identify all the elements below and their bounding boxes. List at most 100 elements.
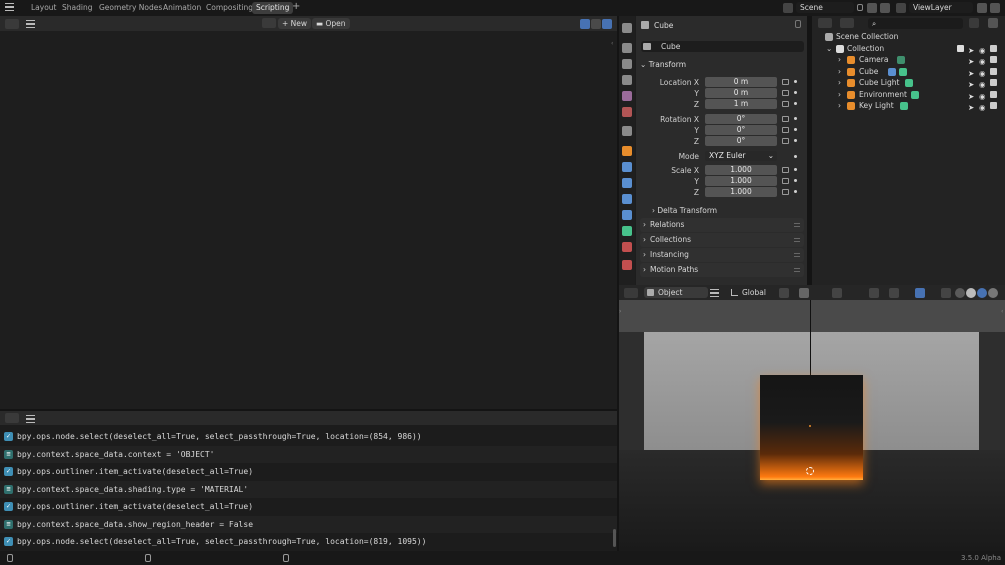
viewport-menu-icon[interactable] <box>710 289 719 297</box>
editor-type-icon[interactable] <box>5 19 19 29</box>
viewport-editor-type-icon[interactable] <box>624 288 638 298</box>
solid-shading-icon[interactable] <box>966 288 976 298</box>
tab-geometry-nodes[interactable]: Geometry Nodes <box>95 2 166 14</box>
keyframe-dot-icon[interactable] <box>794 155 797 158</box>
new-scene-icon[interactable] <box>867 3 877 13</box>
delta-transform-subpanel[interactable]: › Delta Transform <box>652 206 717 215</box>
new-text-button[interactable]: + New <box>278 18 312 29</box>
tab-compositing[interactable]: Compositing <box>202 2 257 14</box>
pivot-point-icon[interactable] <box>779 288 789 298</box>
log-entry[interactable]: bpy.context.space_data.show_region_heade… <box>0 515 617 533</box>
scene-tab-icon[interactable] <box>622 91 632 101</box>
constraints-tab-icon[interactable] <box>622 210 632 220</box>
view-layer-tab-icon[interactable] <box>622 75 632 85</box>
rendered-shading-icon[interactable] <box>988 288 998 298</box>
new-view-layer-icon[interactable] <box>977 3 987 13</box>
outliner-item-cube-light[interactable]: › Cube Light ➤ ◉ <box>812 77 1005 89</box>
eye-icon[interactable]: ◉ <box>979 102 986 112</box>
region-toggle-right-icon[interactable]: ‹ <box>1001 308 1004 315</box>
outliner-item-key-light[interactable]: › Key Light ➤ ◉ <box>812 100 1005 112</box>
camera-render-icon[interactable] <box>990 56 997 63</box>
blender-menu-icon[interactable] <box>5 3 14 11</box>
eye-icon[interactable]: ◉ <box>979 68 986 78</box>
keyframe-dot-icon[interactable] <box>794 128 797 131</box>
eye-icon[interactable]: ◉ <box>979 79 986 89</box>
select-arrow-icon[interactable]: ➤ <box>968 79 975 89</box>
tab-layout[interactable]: Layout <box>27 2 61 14</box>
keyframe-dot-icon[interactable] <box>794 102 797 105</box>
3d-viewport[interactable]: › ‹ <box>619 300 1005 551</box>
view-layer-icon[interactable] <box>896 3 906 13</box>
syntax-highlight-toggle-icon[interactable] <box>602 19 612 29</box>
keyframe-dot-icon[interactable] <box>794 117 797 120</box>
lock-icon[interactable] <box>782 116 789 122</box>
eye-icon[interactable]: ◉ <box>979 91 986 101</box>
motion-paths-panel-header[interactable]: › Motion Paths <box>640 263 804 277</box>
lock-icon[interactable] <box>782 178 789 184</box>
scrollbar[interactable] <box>613 529 616 547</box>
delete-scene-icon[interactable] <box>880 3 890 13</box>
exclude-checkbox[interactable] <box>957 44 964 52</box>
modifier-tab-icon[interactable] <box>622 162 632 172</box>
material-preview-icon[interactable] <box>977 288 987 298</box>
scene-collection-row[interactable]: Scene Collection <box>812 31 1005 42</box>
scale-z-field[interactable]: 1.000 <box>705 187 777 197</box>
drag-grip-icon[interactable] <box>794 223 800 227</box>
log-entry[interactable]: bpy.context.space_data.context = 'OBJECT… <box>0 445 617 463</box>
rotation-mode-dropdown[interactable]: XYZ Euler ⌄ <box>705 151 777 161</box>
outliner-item-environment[interactable]: › Environment ➤ ◉ <box>812 89 1005 101</box>
collection-row[interactable]: ⌄ Collection ➤ ◉ <box>812 43 1005 55</box>
camera-render-icon[interactable] <box>990 90 997 98</box>
delete-view-layer-icon[interactable] <box>990 3 1000 13</box>
log-entry[interactable]: bpy.ops.node.select(deselect_all=True, s… <box>0 533 617 551</box>
texture-tab-icon[interactable] <box>622 260 632 270</box>
region-toggle-left-icon[interactable]: › <box>619 308 622 315</box>
outliner-search-input[interactable]: ⌕ <box>868 18 963 29</box>
select-arrow-icon[interactable]: ➤ <box>968 91 975 101</box>
lock-icon[interactable] <box>782 167 789 173</box>
lock-icon[interactable] <box>782 79 789 85</box>
tab-animation[interactable]: Animation <box>159 2 205 14</box>
word-wrap-toggle-icon[interactable] <box>591 19 601 29</box>
particles-tab-icon[interactable] <box>622 178 632 188</box>
outliner-editor-type-icon[interactable] <box>818 18 832 28</box>
eye-icon[interactable]: ◉ <box>979 45 986 55</box>
select-arrow-icon[interactable]: ➤ <box>968 68 975 78</box>
world-tab-icon[interactable] <box>622 107 632 117</box>
drag-grip-icon[interactable] <box>794 238 800 242</box>
info-menu-icon[interactable] <box>26 415 35 423</box>
object-mode-dropdown[interactable]: Object Mode <box>644 287 708 308</box>
keyframe-dot-icon[interactable] <box>794 179 797 182</box>
select-arrow-icon[interactable]: ➤ <box>968 102 975 112</box>
rotation-z-field[interactable]: 0° <box>705 136 777 146</box>
physics-tab-icon[interactable] <box>622 194 632 204</box>
xray-icon[interactable] <box>941 288 951 298</box>
object-name-field[interactable]: Cube <box>641 41 804 52</box>
snap-icon[interactable] <box>799 288 809 298</box>
add-workspace-button[interactable]: + <box>288 1 304 13</box>
lock-icon[interactable] <box>782 101 789 107</box>
3d-cursor-icon[interactable] <box>806 467 814 475</box>
location-z-field[interactable]: 1 m <box>705 99 777 109</box>
select-arrow-icon[interactable]: ➤ <box>968 56 975 66</box>
location-y-field[interactable]: 0 m <box>705 88 777 98</box>
scene-icon[interactable] <box>783 3 793 13</box>
filter-icon[interactable] <box>969 18 979 28</box>
tab-shading[interactable]: Shading <box>58 2 96 14</box>
camera-render-icon[interactable] <box>990 44 997 52</box>
log-entry[interactable]: bpy.ops.node.select(deselect_all=True, s… <box>0 428 617 446</box>
display-mode-icon[interactable] <box>840 18 854 28</box>
info-editor-type-icon[interactable] <box>5 413 19 423</box>
collection-tab-icon[interactable] <box>622 126 632 136</box>
region-collapse-icon[interactable]: ‹ <box>611 40 615 47</box>
location-x-field[interactable]: 0 m <box>705 77 777 87</box>
keyframe-dot-icon[interactable] <box>794 91 797 94</box>
log-entry[interactable]: bpy.context.space_data.shading.type = 'M… <box>0 480 617 498</box>
lock-icon[interactable] <box>782 90 789 96</box>
instancing-panel-header[interactable]: › Instancing <box>640 248 804 262</box>
lock-icon[interactable] <box>782 189 789 195</box>
tool-tab-icon[interactable] <box>622 23 632 33</box>
open-text-button[interactable]: ▬ Open <box>312 18 350 29</box>
line-numbers-toggle-icon[interactable] <box>580 19 590 29</box>
scene-name-field[interactable]: Scene <box>796 2 854 13</box>
